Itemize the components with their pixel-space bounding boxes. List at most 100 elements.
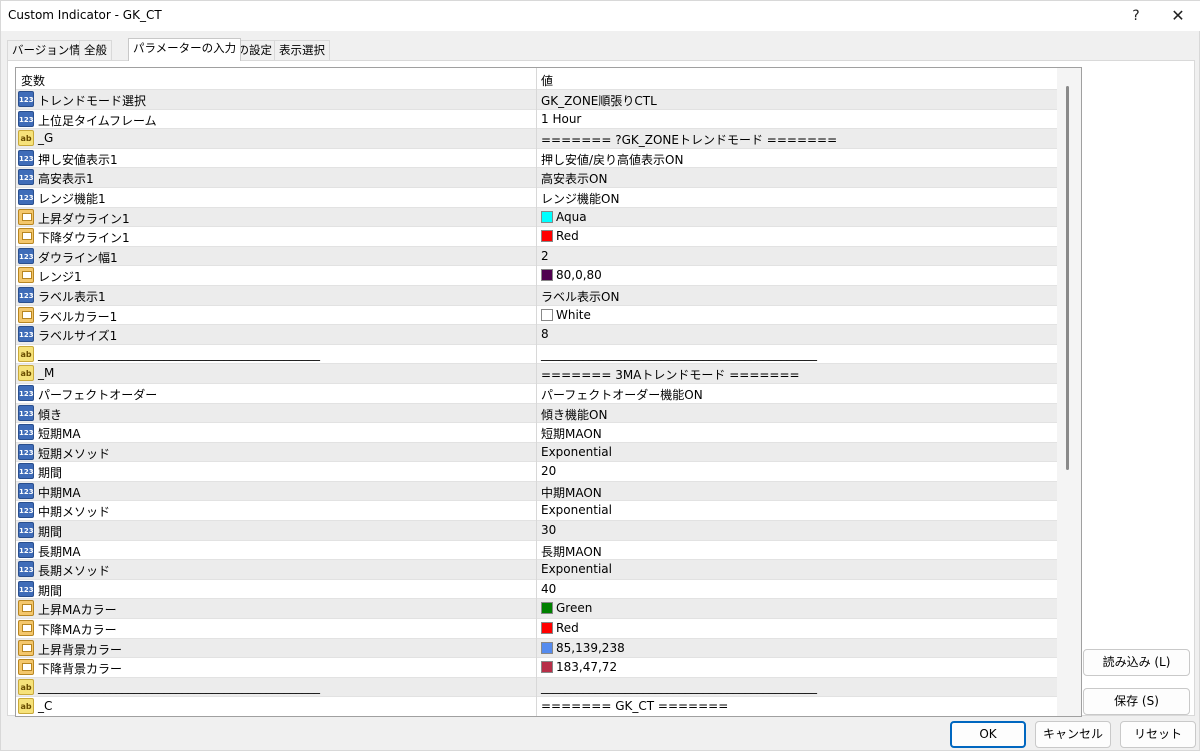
ok-button[interactable]: OK: [950, 721, 1026, 748]
parameter-value[interactable]: 8: [541, 327, 549, 341]
string-type-icon: ab: [18, 130, 34, 147]
parameter-value[interactable]: Exponential: [541, 503, 612, 517]
save-button[interactable]: 保存 (S): [1083, 688, 1190, 715]
parameter-value-text: ======= ?GK_ZONEトレンドモード =======: [541, 133, 838, 148]
parameter-value-text: 40: [541, 581, 557, 596]
parameter-value-text: Green: [556, 601, 593, 616]
parameter-value-text: Aqua: [556, 209, 587, 224]
color-type-icon: [18, 659, 34, 676]
color-type-icon: [18, 620, 34, 637]
parameter-name: 下降背景カラー: [38, 662, 123, 677]
parameter-value[interactable]: White: [541, 308, 591, 322]
color-swatch: [541, 641, 553, 654]
parameter-name: 長期MA: [38, 544, 81, 559]
tab-general[interactable]: 全般: [79, 40, 112, 60]
parameter-name: 短期MA: [38, 427, 81, 442]
string-type-icon: ab: [18, 345, 34, 362]
parameter-value[interactable]: 高安表示ON: [541, 170, 607, 187]
parameter-name: ラベルサイズ1: [38, 329, 118, 344]
parameter-value[interactable]: 中期MAON: [541, 484, 602, 501]
color-type-icon: [18, 600, 34, 617]
load-button[interactable]: 読み込み (L): [1083, 649, 1190, 676]
color-swatch: [541, 230, 553, 243]
parameter-name: 高安表示1: [38, 172, 94, 187]
parameter-name: 上昇MAカラー: [38, 603, 117, 618]
cancel-button[interactable]: キャンセル: [1035, 721, 1111, 748]
integer-type-icon: 123: [18, 424, 34, 441]
parameter-value[interactable]: ======= GK_CT =======: [541, 699, 728, 713]
parameter-value-text: 高安表示ON: [541, 172, 608, 187]
parameter-value[interactable]: レンジ機能ON: [541, 190, 619, 207]
parameter-value[interactable]: 80,0,80: [541, 268, 602, 282]
integer-type-icon: 123: [18, 149, 34, 166]
parameter-value[interactable]: パーフェクトオーダー機能ON: [541, 386, 703, 403]
parameter-value[interactable]: 20: [541, 464, 556, 478]
parameter-value[interactable]: GK_ZONE順張りCTL: [541, 92, 657, 109]
parameter-value[interactable]: Aqua: [541, 210, 587, 224]
integer-type-icon: 123: [18, 522, 34, 539]
parameter-value[interactable]: Red: [541, 621, 579, 635]
parameter-value[interactable]: Exponential: [541, 562, 612, 576]
parameter-value[interactable]: Green: [541, 601, 592, 615]
parameter-value[interactable]: 85,139,238: [541, 641, 625, 655]
parameter-value[interactable]: 30: [541, 523, 556, 537]
parameter-value[interactable]: 40: [541, 582, 556, 596]
parameter-value-text: 中期MAON: [541, 485, 602, 500]
parameter-value-text: 183,47,72: [556, 660, 618, 675]
integer-type-icon: 123: [18, 247, 34, 264]
tab-parameters[interactable]: パラメーターの入力: [128, 38, 242, 61]
scrollbar-thumb[interactable]: [1066, 86, 1069, 470]
parameter-value[interactable]: Exponential: [541, 445, 612, 459]
help-icon[interactable]: ?: [1119, 4, 1153, 28]
parameter-name: ラベルカラー1: [38, 309, 118, 324]
string-type-icon: ab: [18, 365, 34, 382]
parameter-value[interactable]: 短期MAON: [541, 425, 602, 442]
tab-panel: 変数 値 123 トレンドモード選択 GK_ZONE順張りCTL 123 上位足タイムフ…: [7, 60, 1195, 717]
parameter-value[interactable]: 2: [541, 249, 549, 263]
parameter-value[interactable]: ________________________________________…: [541, 680, 817, 694]
reset-button[interactable]: リセット: [1120, 721, 1196, 748]
parameter-value[interactable]: ======= 3MAトレンドモード =======: [541, 366, 800, 383]
parameter-name: 上位足タイムフレーム: [38, 113, 157, 128]
parameter-name: 長期メソッド: [38, 564, 111, 579]
parameter-value-text: 80,0,80: [556, 268, 602, 283]
parameter-value-text: Exponential: [541, 503, 612, 518]
color-type-icon: [18, 267, 34, 284]
tab-display[interactable]: 表示選択: [274, 40, 330, 60]
parameter-value[interactable]: 傾き機能ON: [541, 406, 607, 423]
column-divider[interactable]: [536, 68, 537, 716]
parameter-value[interactable]: 1 Hour: [541, 112, 581, 126]
vertical-scrollbar[interactable]: [1057, 68, 1081, 716]
integer-type-icon: 123: [18, 404, 34, 421]
parameter-value[interactable]: ________________________________________…: [541, 347, 817, 361]
parameter-name: 上昇背景カラー: [38, 642, 123, 657]
parameter-value-text: 1 Hour: [541, 111, 582, 126]
parameter-value-text: 2: [541, 248, 549, 263]
color-type-icon: [18, 306, 34, 323]
parameter-value[interactable]: 長期MAON: [541, 543, 602, 560]
parameter-value[interactable]: ラベル表示ON: [541, 288, 619, 305]
close-icon[interactable]: ✕: [1161, 4, 1195, 28]
parameter-value-text: 20: [541, 464, 557, 479]
parameter-name: 下降ダウライン1: [38, 231, 130, 246]
integer-type-icon: 123: [18, 384, 34, 401]
parameter-value[interactable]: Red: [541, 229, 579, 243]
parameter-name: ラベル表示1: [38, 289, 106, 304]
integer-type-icon: 123: [18, 286, 34, 303]
parameter-name: 押し安値表示1: [38, 152, 118, 167]
parameter-value[interactable]: 183,47,72: [541, 660, 617, 674]
string-type-icon: ab: [18, 698, 34, 715]
parameter-value-text: Red: [556, 621, 579, 636]
integer-type-icon: 123: [18, 326, 34, 343]
parameter-value[interactable]: ======= ?GK_ZONEトレンドモード =======: [541, 131, 837, 148]
parameter-name: _G: [38, 131, 54, 146]
parameter-name: ________________________________________…: [38, 346, 320, 361]
parameter-value[interactable]: 押し安値/戻り高値表示ON: [541, 151, 683, 168]
parameter-value-text: 傾き機能ON: [541, 407, 608, 422]
window-title: Custom Indicator - GK_CT: [8, 8, 162, 22]
parameter-name: パーフェクトオーダー: [38, 387, 158, 402]
integer-type-icon: 123: [18, 169, 34, 186]
header-value[interactable]: 値: [541, 72, 553, 89]
header-variable[interactable]: 変数: [21, 72, 45, 89]
parameter-name: 中期メソッド: [38, 505, 111, 520]
